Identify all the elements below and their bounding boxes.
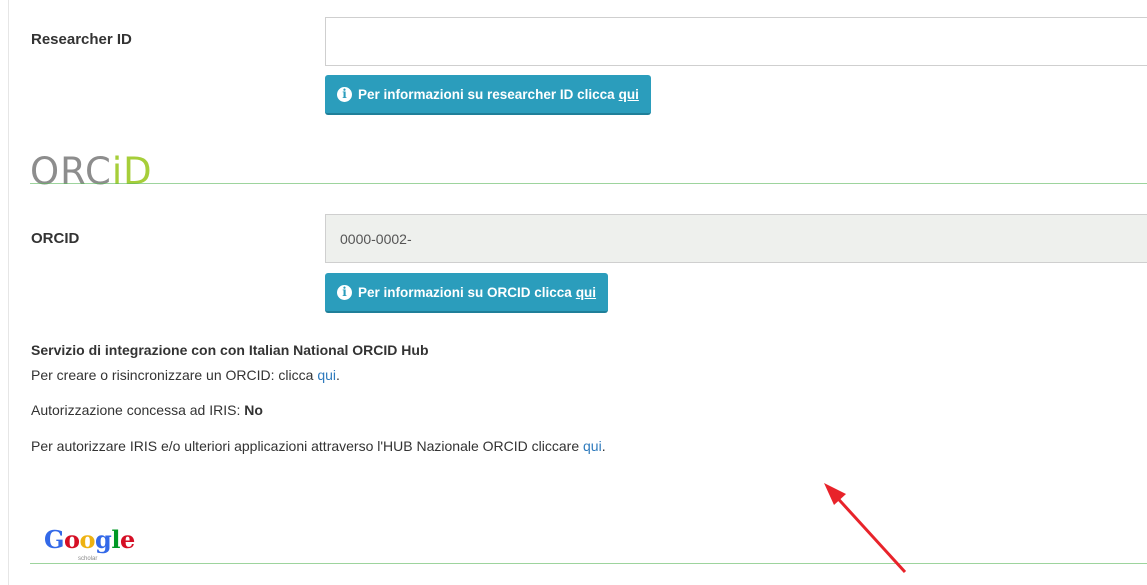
red-arrow-annotation	[824, 483, 907, 574]
